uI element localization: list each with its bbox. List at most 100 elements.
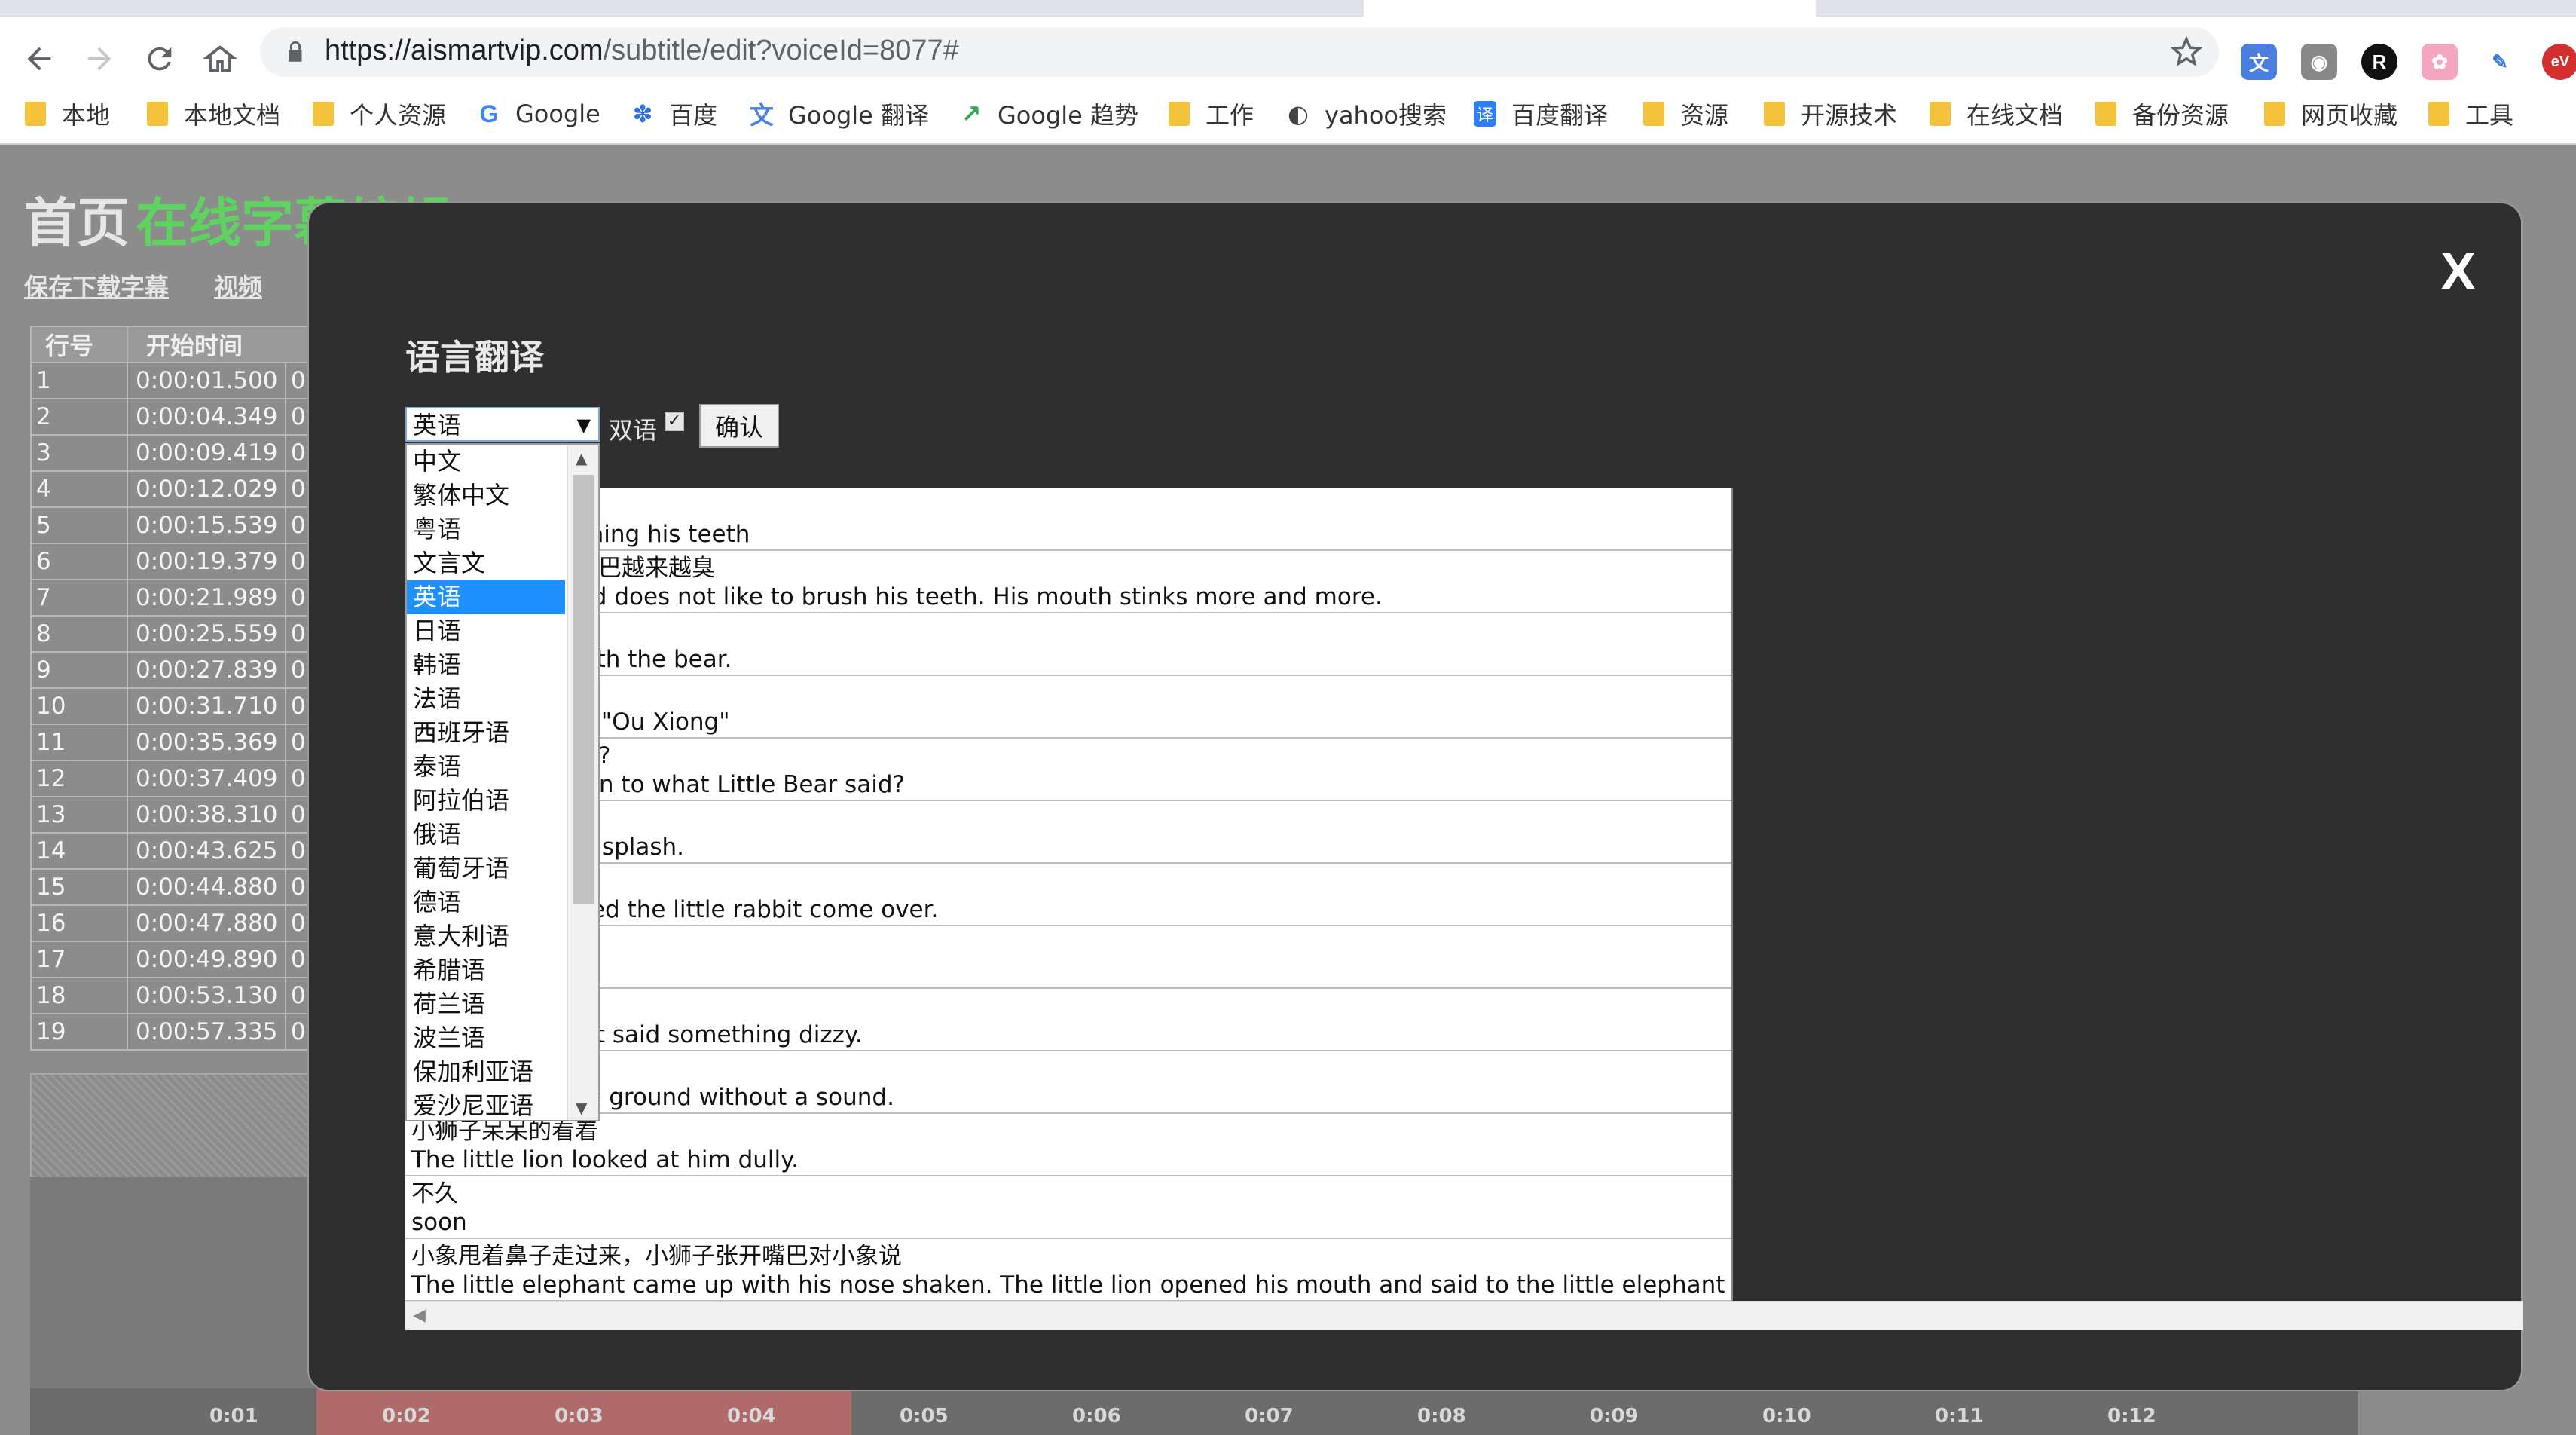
table-row[interactable]: 13 0:00:38.310 0:	[30, 797, 316, 834]
timeline[interactable]: 0:01 0:02 0:03 0:04 0:05 0:06 0:07 0:08 0:09 0:10…	[30, 1388, 2358, 1435]
table-row[interactable]: 2 0:00:04.349 0:	[30, 399, 316, 436]
translation-row[interactable]: 兔头晕晕的说了句yet. Little Rabbit said somethin…	[405, 989, 1731, 1051]
language-option[interactable]: 英语	[407, 580, 565, 614]
language-option[interactable]: 西班牙语	[407, 716, 565, 750]
translation-row[interactable]: oesn't like brushing his teeth	[405, 488, 1731, 551]
language-option[interactable]: 荷兰语	[407, 987, 565, 1021]
ev-extension-icon[interactable]: eV	[2542, 44, 2576, 80]
bilingual-checkbox[interactable]: ✓	[665, 412, 684, 431]
bookmark-item[interactable]: ✽ 百度	[631, 97, 717, 130]
language-option[interactable]: 意大利语	[407, 919, 565, 953]
table-row[interactable]: 4 0:00:12.029 0:	[30, 472, 316, 508]
scroll-left-icon[interactable]: ◀	[413, 1306, 426, 1325]
translate-extension-icon[interactable]: 文	[2241, 44, 2277, 80]
language-option[interactable]: 文言文	[407, 546, 565, 580]
table-row[interactable]: 5 0:00:15.539 0:	[30, 508, 316, 544]
back-button[interactable]	[17, 36, 62, 81]
language-option[interactable]: 德语	[407, 886, 565, 919]
scroll-up-icon[interactable]: ▲	[576, 449, 587, 467]
table-row[interactable]: 8 0:00:25.559 0:	[30, 617, 316, 653]
confirm-button[interactable]: 确认	[699, 404, 779, 448]
bookmark-item[interactable]: 备份资源	[2095, 97, 2229, 130]
bookmark-item[interactable]: 开源技术	[1763, 97, 1897, 130]
bookmark-item[interactable]: 译百度翻译	[1474, 97, 1608, 130]
camera-extension-icon[interactable]: ◉	[2301, 44, 2337, 80]
table-row[interactable]: 11 0:00:35.369 0:	[30, 725, 316, 761]
bookmark-item[interactable]: ↗ Google 趋势	[960, 97, 1138, 130]
home-link[interactable]: 首页	[24, 181, 130, 257]
home-button[interactable]	[197, 36, 243, 81]
bookmark-item[interactable]: 在线文档	[1929, 97, 2063, 130]
language-select[interactable]: 英语 ▼	[405, 407, 600, 442]
language-option[interactable]: 中文	[407, 445, 565, 479]
table-row[interactable]: 6 0:00:19.379 0:	[30, 544, 316, 580]
language-option[interactable]: 粤语	[407, 512, 565, 546]
language-dropdown-list[interactable]: 中文 繁体中文 粤语 文言文 英语 日语 韩语 法语 西班牙语 泰语 阿拉伯语 俄语 葡萄牙语 德语 意大利…	[405, 443, 600, 1121]
table-row[interactable]: 19 0:00:57.335 0:	[30, 1014, 316, 1051]
language-option[interactable]: 法语	[407, 682, 565, 716]
table-row[interactable]: 9 0:00:27.839 0:	[30, 653, 316, 689]
table-row[interactable]: 12 0:00:37.409 0:	[30, 761, 316, 797]
language-option[interactable]: 日语	[407, 614, 565, 648]
video-link[interactable]: 视频	[214, 268, 262, 303]
translation-row[interactable]: mouth and said "Ou Xiong"	[405, 676, 1731, 739]
table-row[interactable]: 16 0:00:47.880 0:	[30, 906, 316, 942]
table-row[interactable]: 1 0:00:01.500 0:	[30, 363, 316, 399]
translation-row[interactable]: 看了小兔子过来little lion watched the little ra…	[405, 864, 1731, 926]
table-row[interactable]: 10 0:00:31.710 0:	[30, 689, 316, 725]
r-extension-icon[interactable]: R	[2361, 44, 2397, 80]
save-download-link[interactable]: 保存下载字幕	[24, 268, 169, 303]
translation-row[interactable]: 找小熊玩came to play with the bear.	[405, 613, 1731, 676]
translation-row[interactable]: 小象甩着鼻子走过来，小狮子张开嘴巴对小象说 The little elephant…	[405, 1239, 1731, 1302]
table-row[interactable]: 7 0:00:21.989 0:	[30, 580, 316, 617]
translation-list[interactable]: oesn't like brushing his teeth 不爱刷牙，他的嘴巴越…	[405, 488, 1733, 1302]
table-row[interactable]: 14 0:00:43.625 0:	[30, 834, 316, 870]
bookmark-item[interactable]: 个人资源	[312, 97, 446, 130]
bookmark-item[interactable]: 资源	[1642, 97, 1728, 130]
language-option[interactable]: 阿拉伯语	[407, 784, 565, 818]
active-tab[interactable]	[1364, 0, 1816, 17]
language-option[interactable]: 葡萄牙语	[407, 852, 565, 886]
horizontal-scrollbar[interactable]: ◀	[405, 1301, 2523, 1330]
table-row[interactable]: 17 0:00:49.890 0:	[30, 942, 316, 978]
bookmark-item[interactable]: 网页收藏	[2263, 97, 2397, 130]
bookmark-item[interactable]: 本地文档	[146, 97, 280, 130]
translation-row[interactable]: 不久 soon	[405, 1176, 1731, 1239]
translation-row[interactable]: 玩her	[405, 926, 1731, 989]
reload-button[interactable]	[137, 36, 182, 81]
bookmark-item[interactable]: G Google	[478, 97, 600, 130]
table-row[interactable]: 18 0:00:53.130 0:	[30, 978, 316, 1014]
dropdown-arrow-icon: ▼	[576, 415, 591, 436]
translation-row[interactable]: 小狮子呆呆的看着 The little lion looked at him du…	[405, 1114, 1731, 1176]
dropdown-scrollbar[interactable]: ▲ ▼	[567, 445, 598, 1120]
language-option[interactable]: 俄语	[407, 818, 565, 852]
address-bar[interactable]: https://aismartvip.com/subtitle/edit?voi…	[260, 27, 2219, 77]
language-option[interactable]: 爱沙尼亚语	[407, 1089, 565, 1120]
pen-extension-icon[interactable]: ✎	[2482, 44, 2518, 80]
language-option[interactable]: 保加利亚语	[407, 1055, 565, 1089]
translation-row[interactable]: 不爱刷牙，他的嘴巴越来越臭not hygienic and does not l…	[405, 551, 1731, 613]
scroll-down-icon[interactable]: ▼	[576, 1099, 587, 1117]
url-text[interactable]: https://aismartvip.com/subtitle/edit?voi…	[325, 35, 959, 67]
language-option[interactable]: 波兰语	[407, 1021, 565, 1055]
forward-button[interactable]	[77, 36, 122, 81]
bookmark-item[interactable]: 工具	[2428, 97, 2513, 130]
bookmark-item[interactable]: 工作	[1168, 97, 1254, 130]
translation-row[interactable]: 小熊说了句什么吗?ed yet, just listen to what Lit…	[405, 739, 1731, 801]
bookmark-item[interactable]: 本地	[24, 97, 110, 130]
translation-row[interactable]: 了地上e ground with a splash.	[405, 801, 1731, 864]
scrollbar-thumb[interactable]	[573, 475, 594, 904]
close-button[interactable]: X	[2440, 241, 2476, 301]
language-option[interactable]: 繁体中文	[407, 479, 565, 512]
translation-row[interactable]: 一声倒在了地上that it fell to the ground withou…	[405, 1051, 1731, 1114]
language-option[interactable]: 希腊语	[407, 953, 565, 987]
language-option[interactable]: 韩语	[407, 648, 565, 682]
language-option[interactable]: 泰语	[407, 750, 565, 784]
bookmark-item[interactable]: 文 Google 翻译	[750, 97, 929, 130]
table-row[interactable]: 3 0:00:09.419 0:	[30, 436, 316, 472]
source-text: 兔头晕晕的说了句	[411, 992, 1731, 1020]
bookmark-star-icon[interactable]	[2169, 35, 2204, 69]
table-row[interactable]: 15 0:00:44.880 0:	[30, 870, 316, 906]
bookmark-item[interactable]: ◐ yahoo搜索	[1287, 97, 1447, 130]
pink-extension-icon[interactable]: ✿	[2422, 44, 2458, 80]
